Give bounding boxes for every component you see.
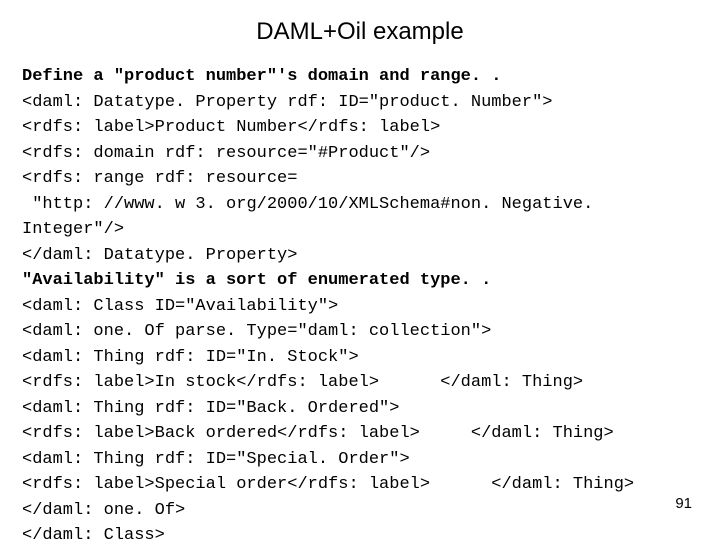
code-line: </daml: Datatype. Property>: [22, 246, 297, 265]
page-number: 91: [675, 495, 692, 512]
code-line: <daml: Class ID="Availability">: [22, 297, 338, 316]
code-line: <rdfs: label>Back ordered</rdfs: label> …: [22, 424, 614, 443]
code-line: </daml: Class>: [22, 526, 165, 545]
code-line: <rdfs: label>In stock</rdfs: label> </da…: [22, 373, 583, 392]
code-block: Define a "product number"'s domain and r…: [22, 64, 698, 549]
code-line: <daml: Thing rdf: ID="Back. Ordered">: [22, 399, 399, 418]
code-line: <rdfs: label>Product Number</rdfs: label…: [22, 118, 440, 137]
code-line: <daml: one. Of parse. Type="daml: collec…: [22, 322, 491, 341]
heading-1: Define a "product number"'s domain and r…: [22, 67, 501, 86]
heading-2: "Availability" is a sort of enumerated t…: [22, 271, 491, 290]
code-line: <rdfs: label>Special order</rdfs: label>…: [22, 475, 634, 494]
code-line: <daml: Datatype. Property rdf: ID="produ…: [22, 93, 553, 112]
slide: DAML+Oil example Define a "product numbe…: [0, 0, 720, 540]
code-line: </daml: one. Of>: [22, 501, 185, 520]
code-line: <rdfs: range rdf: resource=: [22, 169, 297, 188]
slide-title: DAML+Oil example: [22, 18, 698, 46]
code-line: <daml: Thing rdf: ID="In. Stock">: [22, 348, 359, 367]
code-line: "http: //www. w 3. org/2000/10/XMLSchema…: [22, 195, 604, 240]
code-line: <rdfs: domain rdf: resource="#Product"/>: [22, 144, 430, 163]
code-line: <daml: Thing rdf: ID="Special. Order">: [22, 450, 410, 469]
